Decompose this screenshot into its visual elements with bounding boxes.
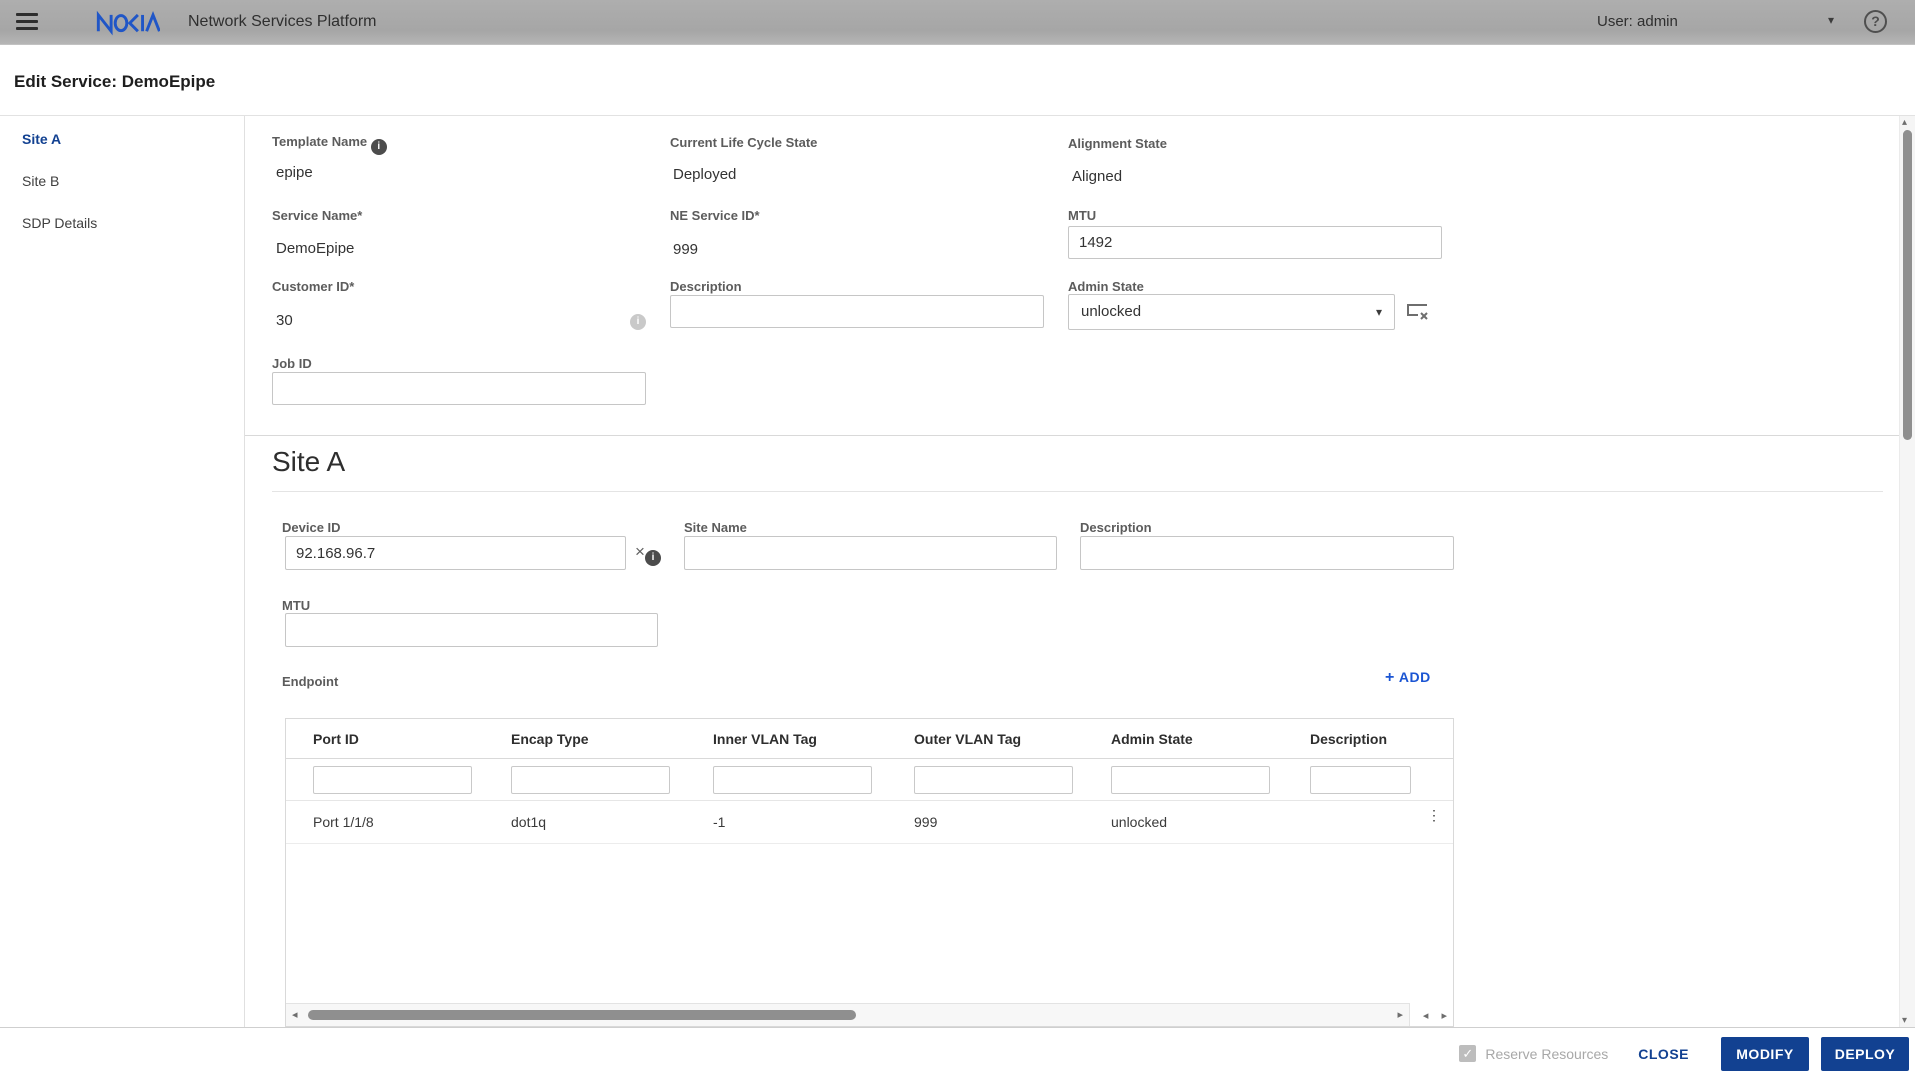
device-id-info-icon[interactable]: i — [645, 550, 661, 566]
description-label: Description — [670, 279, 742, 294]
body: Site A Site B SDP Details Template Name … — [0, 116, 1915, 1027]
filter-input-outer-vlan[interactable] — [914, 765, 1073, 794]
col-header-description: Description — [1310, 730, 1388, 747]
vscroll-thumb[interactable] — [1903, 130, 1912, 440]
site-description-input[interactable] — [1080, 536, 1454, 570]
admin-state-label: Admin State — [1068, 279, 1144, 294]
cell-outer-vlan: 999 — [914, 814, 938, 830]
top-bar: Network Services Platform User: admin ▾ … — [0, 0, 1915, 45]
col-header-outer-vlan: Outer VLAN Tag — [914, 730, 1022, 747]
reserve-resources-checkbox[interactable]: ✓ — [1459, 1045, 1477, 1062]
device-id-input[interactable] — [285, 536, 626, 570]
device-id-clear-icon[interactable]: × — [635, 543, 645, 561]
table-horizontal-scrollbar[interactable]: ◂ ▸ — [286, 1003, 1410, 1026]
site-heading-rule — [272, 491, 1883, 492]
cell-inner-vlan: -1 — [713, 814, 726, 830]
main-content: Template Name i Current Life Cycle State… — [245, 116, 1899, 1027]
admin-state-selected-value: unlocked — [1081, 303, 1142, 320]
admin-state-caret-icon: ▾ — [1375, 305, 1382, 319]
vscroll-up-arrow-icon[interactable]: ▴ — [1902, 117, 1907, 128]
job-id-input[interactable] — [272, 372, 646, 405]
row-actions-kebab-icon[interactable]: ⋮ — [1425, 808, 1443, 822]
service-name-label: Service Name* — [272, 208, 363, 223]
template-name-label: Template Name i — [272, 134, 387, 155]
device-id-label: Device ID — [282, 520, 341, 535]
hscroll-thumb[interactable] — [308, 1010, 856, 1020]
col-header-port-id: Port ID — [313, 730, 359, 747]
filter-input-admin-state[interactable] — [1111, 765, 1270, 794]
sidebar-item-site-a[interactable]: Site A — [22, 131, 61, 147]
cell-encap-type: dot1q — [511, 814, 547, 830]
page-title: Edit Service: DemoEpipe — [14, 72, 216, 91]
description-input[interactable] — [670, 295, 1044, 328]
endpoint-label: Endpoint — [282, 674, 339, 689]
pager-prev-icon[interactable]: ◂ — [1423, 1010, 1429, 1022]
admin-state-select[interactable]: unlocked ▾ — [1068, 294, 1395, 330]
close-button[interactable]: CLOSE — [1638, 1046, 1689, 1062]
alignment-label: Alignment State — [1068, 136, 1167, 151]
filter-input-inner-vlan[interactable] — [713, 765, 872, 794]
alignment-value: Aligned — [1072, 168, 1123, 185]
clear-admin-state-icon[interactable] — [1405, 302, 1429, 322]
cell-port-id: Port 1/1/8 — [313, 814, 374, 830]
site-name-input[interactable] — [684, 536, 1057, 570]
col-header-encap-type: Encap Type — [511, 730, 589, 747]
user-menu-caret-icon[interactable]: ▾ — [1828, 13, 1834, 27]
app-title: Network Services Platform — [188, 13, 377, 30]
sidebar-item-sdp-details[interactable]: SDP Details — [22, 215, 97, 231]
add-endpoint-button[interactable]: + ADD — [1385, 669, 1431, 687]
nokia-logo — [96, 9, 160, 36]
filter-input-port-id[interactable] — [313, 765, 472, 794]
ne-service-id-label: NE Service ID* — [670, 208, 760, 223]
hscroll-right-arrow-icon[interactable]: ▸ — [1397, 1008, 1403, 1021]
lifecycle-label: Current Life Cycle State — [670, 135, 818, 150]
endpoint-filter-row — [286, 759, 1453, 801]
cell-admin-state: unlocked — [1111, 814, 1168, 830]
deploy-button[interactable]: DEPLOY — [1821, 1036, 1909, 1071]
page-title-bar: Edit Service: DemoEpipe — [0, 45, 1915, 116]
filter-input-description[interactable] — [1310, 765, 1411, 794]
site-mtu-label: MTU — [282, 598, 311, 613]
page-vertical-scrollbar[interactable]: ▴ ▾ — [1899, 116, 1915, 1027]
plus-icon: + — [1385, 669, 1395, 686]
mtu-input[interactable] — [1068, 226, 1442, 259]
mtu-label: MTU — [1068, 208, 1097, 223]
ne-service-id-value: 999 — [673, 241, 699, 258]
hamburger-menu-icon[interactable] — [16, 13, 38, 31]
service-name-value: DemoEpipe — [276, 240, 355, 257]
user-menu-label[interactable]: User: admin — [1597, 13, 1678, 30]
customer-id-info-icon[interactable]: i — [630, 314, 646, 330]
help-icon[interactable]: ? — [1864, 10, 1887, 33]
col-header-admin-state: Admin State — [1111, 730, 1193, 747]
reserve-resources-label: Reserve Resources — [1485, 1045, 1609, 1062]
sidebar: Site A Site B SDP Details — [0, 116, 245, 1027]
endpoint-table: Port ID Encap Type Inner VLAN Tag Outer … — [285, 718, 1454, 1027]
section-divider — [245, 435, 1899, 436]
site-description-label: Description — [1080, 520, 1152, 535]
hscroll-left-arrow-icon[interactable]: ◂ — [292, 1008, 298, 1021]
template-name-value: epipe — [276, 164, 313, 181]
endpoint-table-row[interactable]: Port 1/1/8 dot1q -1 999 unlocked ⋮ — [286, 801, 1453, 844]
table-pager: ◂ ▸ — [1413, 1009, 1447, 1022]
site-mtu-input[interactable] — [285, 613, 658, 647]
lifecycle-value: Deployed — [673, 166, 737, 183]
sidebar-item-site-b[interactable]: Site B — [22, 173, 59, 189]
action-bar: ✓ Reserve Resources CLOSE MODIFY DEPLOY — [0, 1027, 1915, 1079]
site-name-label: Site Name — [684, 520, 747, 535]
vscroll-down-arrow-icon[interactable]: ▾ — [1902, 1015, 1907, 1026]
customer-id-label: Customer ID* — [272, 279, 355, 294]
modify-button[interactable]: MODIFY — [1721, 1036, 1809, 1071]
pager-next-icon[interactable]: ▸ — [1441, 1010, 1447, 1022]
job-id-label: Job ID — [272, 356, 312, 371]
col-header-inner-vlan: Inner VLAN Tag — [713, 730, 817, 747]
site-section-title: Site A — [272, 446, 346, 477]
endpoint-table-header: Port ID Encap Type Inner VLAN Tag Outer … — [286, 719, 1453, 759]
template-name-info-icon[interactable]: i — [370, 139, 387, 155]
customer-id-value: 30 — [276, 312, 293, 329]
filter-input-encap-type[interactable] — [511, 765, 670, 794]
